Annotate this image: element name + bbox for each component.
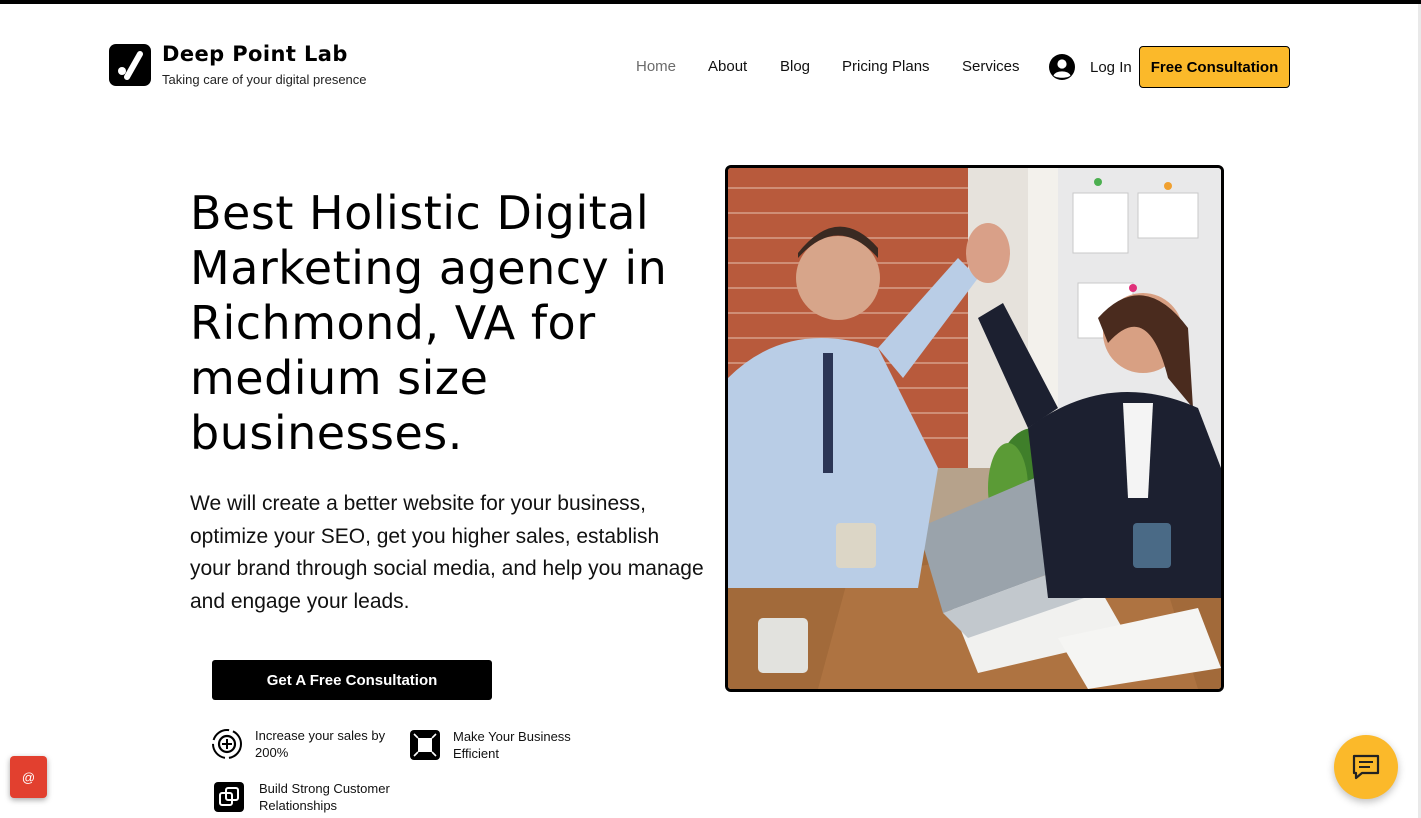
hero-photo xyxy=(725,165,1224,692)
office-high-five-image xyxy=(728,168,1221,689)
nav-services[interactable]: Services xyxy=(962,58,1020,78)
efficiency-icon xyxy=(410,730,440,760)
feature-relationships-label: Build Strong Customer Relationships xyxy=(259,781,390,813)
brand-name[interactable]: Deep Point Lab xyxy=(162,42,348,66)
login-button[interactable]: Log In xyxy=(1048,52,1132,82)
sales-growth-icon xyxy=(212,729,242,759)
nav-home[interactable]: Home xyxy=(636,58,676,78)
nav-about[interactable]: About xyxy=(708,58,747,78)
chat-icon xyxy=(1352,754,1380,780)
brand-tagline: Taking care of your digital presence xyxy=(162,72,367,87)
feature-efficiency-label: Make Your Business Efficient xyxy=(453,729,571,761)
hero-description: We will create a better website for your… xyxy=(190,492,704,613)
top-border xyxy=(0,0,1421,4)
chat-button[interactable] xyxy=(1334,735,1398,799)
feature-efficiency: Make Your Business Efficient xyxy=(409,728,613,762)
get-free-consultation-button[interactable]: Get A Free Consultation xyxy=(212,660,492,700)
hero-title: Best Holistic Digital Marketing agency i… xyxy=(190,186,668,460)
feature-relationships: Build Strong Customer Relationships xyxy=(213,780,429,814)
feature-sales-label: Increase your sales by 200% xyxy=(255,728,386,760)
brand-logo[interactable] xyxy=(109,44,151,86)
relationships-icon xyxy=(214,782,244,812)
user-avatar-icon xyxy=(1049,54,1075,80)
email-widget-button[interactable]: @ xyxy=(10,756,47,798)
login-label: Log In xyxy=(1090,58,1132,76)
free-consultation-button[interactable]: Free Consultation xyxy=(1139,46,1290,88)
nav-blog[interactable]: Blog xyxy=(780,58,810,78)
nav-pricing-plans[interactable]: Pricing Plans xyxy=(842,58,930,78)
feature-sales: Increase your sales by 200% xyxy=(211,727,415,761)
checkmark-dot-logo-icon xyxy=(118,51,143,80)
